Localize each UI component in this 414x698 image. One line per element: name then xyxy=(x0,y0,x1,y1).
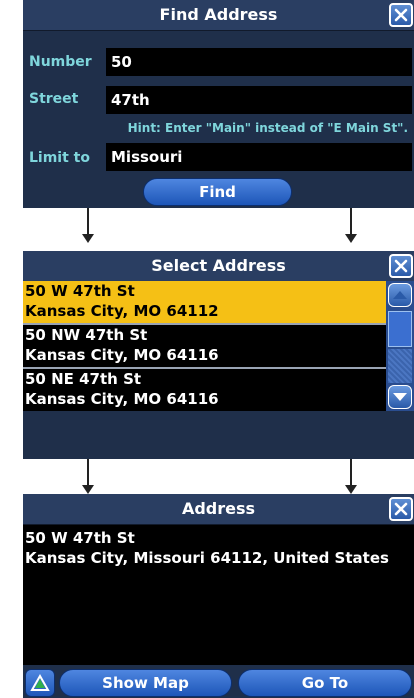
list-item-city: Kansas City, MO 64112 xyxy=(25,302,219,320)
flow-arrow-left-1 xyxy=(82,208,94,243)
address-title: Address xyxy=(181,499,256,518)
number-field[interactable]: 50 xyxy=(106,48,412,76)
address-list: 50 W 47th St Kansas City, MO 64112 50 NW… xyxy=(23,281,386,411)
list-item[interactable]: 50 NW 47th St Kansas City, MO 64116 xyxy=(23,325,386,369)
close-button[interactable] xyxy=(389,497,413,521)
address-street: 50 W 47th St xyxy=(25,529,135,547)
list-item[interactable]: 50 W 47th St Kansas City, MO 64112 xyxy=(23,281,386,325)
address-screen: Address 50 W 47th St Kansas City, Missou… xyxy=(23,494,414,698)
list-item-street: 50 W 47th St xyxy=(25,282,135,300)
close-button[interactable] xyxy=(389,3,413,27)
list-item[interactable]: 50 NE 47th St Kansas City, MO 64116 xyxy=(23,369,386,411)
list-item-city: Kansas City, MO 64116 xyxy=(25,346,219,364)
flow-arrow-right-1 xyxy=(345,208,357,243)
address-city-line: Kansas City, Missouri 64112, United Stat… xyxy=(25,549,389,567)
select-address-screen: Select Address 50 W 47th St Kansas City,… xyxy=(23,251,414,459)
street-label: Street xyxy=(29,91,79,107)
flow-arrow-left-2 xyxy=(82,459,94,494)
list-item-street: 50 NW 47th St xyxy=(25,326,148,344)
street-field[interactable]: 47th xyxy=(106,86,412,114)
find-address-title: Find Address xyxy=(159,5,278,24)
scrollbar[interactable] xyxy=(386,281,414,411)
list-item-street: 50 NE 47th St xyxy=(25,370,142,388)
address-details: 50 W 47th St Kansas City, Missouri 64112… xyxy=(23,525,414,665)
limit-to-label: Limit to xyxy=(29,150,90,166)
address-titlebar: Address xyxy=(23,494,414,525)
show-map-button[interactable]: Show Map xyxy=(59,669,232,697)
select-address-titlebar: Select Address xyxy=(23,251,414,282)
scroll-track[interactable] xyxy=(388,349,412,383)
find-button[interactable]: Find xyxy=(143,178,292,206)
go-to-button[interactable]: Go To xyxy=(238,669,412,697)
close-icon xyxy=(394,502,408,516)
triangle-icon xyxy=(30,673,50,691)
hint-text: Hint: Enter "Main" instead of "E Main St… xyxy=(127,121,408,135)
find-address-titlebar: Find Address xyxy=(23,0,414,31)
number-label: Number xyxy=(29,54,92,70)
scroll-thumb[interactable] xyxy=(388,311,412,347)
scroll-down-button[interactable] xyxy=(388,385,412,409)
chevron-up-icon xyxy=(393,291,407,299)
flow-arrow-right-2 xyxy=(345,459,357,494)
limit-to-field[interactable]: Missouri xyxy=(106,143,412,171)
navigate-button[interactable] xyxy=(25,669,55,697)
list-item-city: Kansas City, MO 64116 xyxy=(25,390,219,408)
find-address-screen: Find Address Number 50 Street 47th Hint:… xyxy=(23,0,414,208)
close-icon xyxy=(394,259,408,273)
chevron-down-icon xyxy=(393,393,407,401)
select-address-title: Select Address xyxy=(151,256,286,275)
scroll-up-button[interactable] xyxy=(388,283,412,307)
close-icon xyxy=(394,8,408,22)
close-button[interactable] xyxy=(389,254,413,278)
